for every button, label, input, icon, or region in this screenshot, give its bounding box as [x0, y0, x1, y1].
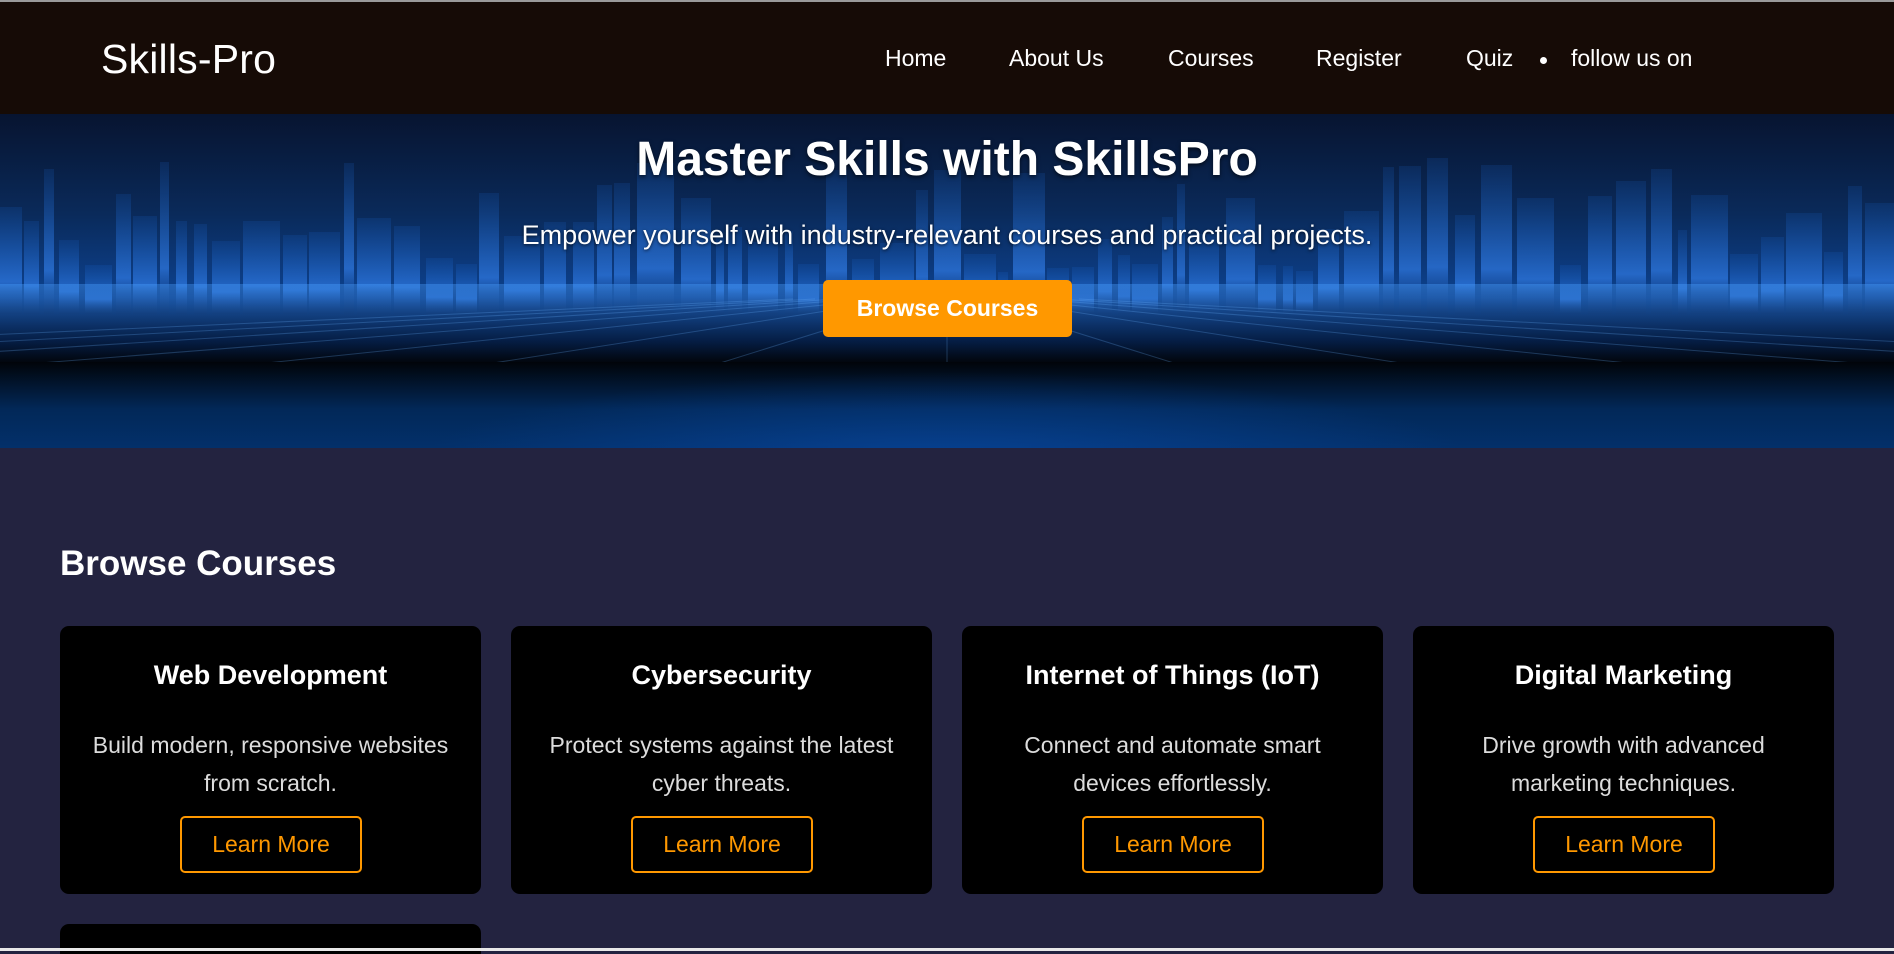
browse-courses-button[interactable]: Browse Courses — [823, 280, 1072, 337]
bullet-icon — [1540, 57, 1547, 64]
course-description: Connect and automate smart devices effor… — [1024, 732, 1321, 796]
course-card-web-development: Web Development Build modern, responsive… — [60, 626, 481, 894]
course-card-iot: Internet of Things (IoT) Connect and aut… — [962, 626, 1383, 894]
course-description: Protect systems against the latest cyber… — [549, 732, 894, 796]
learn-more-button[interactable]: Learn More — [1082, 816, 1264, 873]
nav-item-register[interactable]: Register — [1316, 45, 1402, 72]
learn-more-button[interactable]: Learn More — [631, 816, 813, 873]
learn-more-button[interactable]: Learn More — [1533, 816, 1715, 873]
course-card-digital-marketing: Digital Marketing Drive growth with adva… — [1413, 626, 1834, 894]
section-title: Browse Courses — [60, 544, 337, 583]
nav-item-follow-us[interactable]: follow us on — [1571, 45, 1692, 72]
navbar: Skills-Pro Home About Us Courses Registe… — [0, 2, 1894, 114]
learn-more-button[interactable]: Learn More — [180, 816, 362, 873]
course-description: Build modern, responsive websites from s… — [92, 732, 449, 796]
hero-title: Master Skills with SkillsPro — [636, 133, 1258, 186]
nav-item-home[interactable]: Home — [885, 45, 946, 72]
hero-subtitle: Empower yourself with industry-relevant … — [521, 220, 1373, 250]
nav-item-quiz[interactable]: Quiz — [1466, 45, 1513, 72]
course-title: Web Development — [153, 660, 388, 690]
course-title: Cybersecurity — [631, 660, 812, 690]
nav-item-courses[interactable]: Courses — [1168, 45, 1254, 72]
course-description: Drive growth with advanced marketing tec… — [1482, 732, 1765, 796]
hero-banner: Master Skills with SkillsPro Empower you… — [0, 114, 1894, 448]
hero-lower-band — [0, 362, 1894, 448]
nav-item-about-us[interactable]: About Us — [1009, 45, 1104, 72]
nav-menu: Home About Us Courses Register Quiz foll… — [0, 2, 1894, 114]
course-title: Digital Marketing — [1514, 660, 1733, 690]
course-card-cybersecurity: Cybersecurity Protect systems against th… — [511, 626, 932, 894]
course-title: Internet of Things (IoT) — [1025, 660, 1320, 690]
